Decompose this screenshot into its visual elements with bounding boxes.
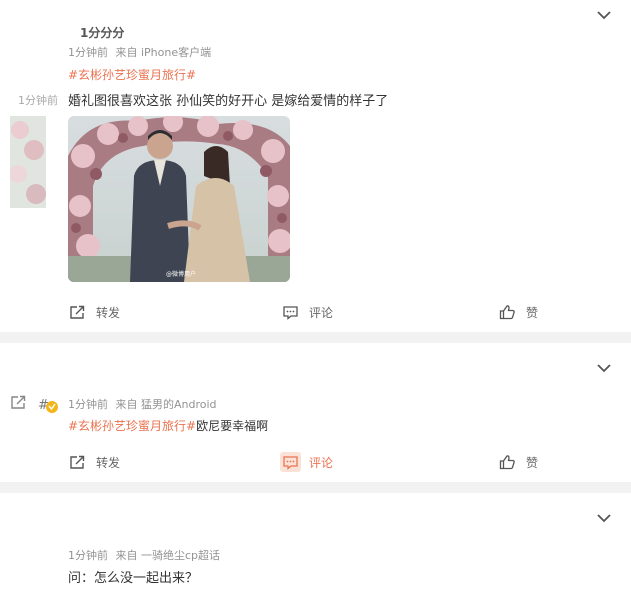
post-time[interactable]: 1分钟前 — [68, 46, 108, 59]
chevron-down-icon[interactable] — [597, 513, 611, 523]
action-bar: 转发 评论 赞 — [0, 300, 631, 324]
repost-icon — [70, 455, 85, 469]
repost-button[interactable]: 转发 — [69, 450, 120, 474]
comment-icon — [283, 456, 298, 470]
like-button[interactable]: 赞 — [499, 450, 538, 474]
chevron-down-icon[interactable] — [597, 363, 611, 373]
post-source: 来自 猛男的Android — [115, 398, 217, 411]
comment-button[interactable]: 评论 — [282, 300, 333, 324]
post-source: 来自 iPhone客户端 — [115, 46, 212, 59]
repost-label: 转发 — [96, 305, 121, 320]
post-time[interactable]: 1分钟前 — [68, 398, 108, 411]
repost-button[interactable]: 转发 — [69, 300, 120, 324]
post-meta: 1分钟前 来自 iPhone客户端 — [68, 44, 215, 60]
comment-label: 评论 — [309, 305, 334, 320]
like-label: 赞 — [526, 455, 539, 470]
comment-icon — [283, 306, 298, 320]
image-watermark: @微博用户 — [166, 270, 196, 278]
like-button[interactable]: 赞 — [499, 300, 538, 324]
post-meta: 1分钟前 来自 猛男的Android — [68, 396, 221, 412]
comment-button[interactable]: 评论 — [280, 450, 333, 474]
medal-icon: # — [38, 393, 60, 419]
post-image[interactable]: @微博用户 — [68, 116, 290, 282]
topic-link[interactable]: #玄彬孙艺珍蜜月旅行# — [68, 66, 196, 83]
chevron-down-icon[interactable] — [597, 10, 611, 20]
post-text: 婚礼图很喜欢这张 孙仙笑的好开心 是嫁给爱情的样子了 — [68, 94, 389, 109]
like-icon — [499, 305, 515, 320]
ghost-image — [9, 116, 46, 208]
repost-label: 转发 — [96, 455, 121, 470]
post-time[interactable]: 1分钟前 — [68, 549, 108, 562]
like-icon — [499, 455, 515, 470]
post-source: 来自 一骑绝尘cp超话 — [115, 549, 221, 562]
topic-link[interactable]: #玄彬孙艺珍蜜月旅行# — [68, 419, 196, 433]
post-card-1: 1分分分 1分钟前 来自 iPhone客户端 #玄彬孙艺珍蜜月旅行# 1分钟前 … — [0, 0, 631, 332]
ghost-time: 1分钟前 — [18, 94, 58, 107]
post-card-3: 1分钟前 来自 一骑绝尘cp超话 问：怎么没一起出来？ — [0, 493, 631, 594]
like-label: 赞 — [526, 305, 539, 320]
ghost-repost-icon — [10, 394, 27, 414]
repost-icon — [70, 305, 85, 319]
post-text-content: 欧尼要幸福啊 — [196, 419, 269, 433]
ghost-title: 1分分分 — [80, 26, 125, 40]
post-card-2: # 1分钟前 来自 猛男的Android #玄彬孙艺珍蜜月旅行#欧尼要幸福啊 转… — [0, 343, 631, 482]
comment-label: 评论 — [309, 455, 334, 470]
post-text: #玄彬孙艺珍蜜月旅行#欧尼要幸福啊 — [68, 417, 268, 434]
comment-icon-highlight — [280, 452, 301, 472]
action-bar: 转发 评论 赞 — [0, 450, 631, 474]
post-meta: 1分钟前 来自 一骑绝尘cp超话 — [68, 547, 224, 563]
post-text: 问：怎么没一起出来？ — [68, 571, 199, 586]
